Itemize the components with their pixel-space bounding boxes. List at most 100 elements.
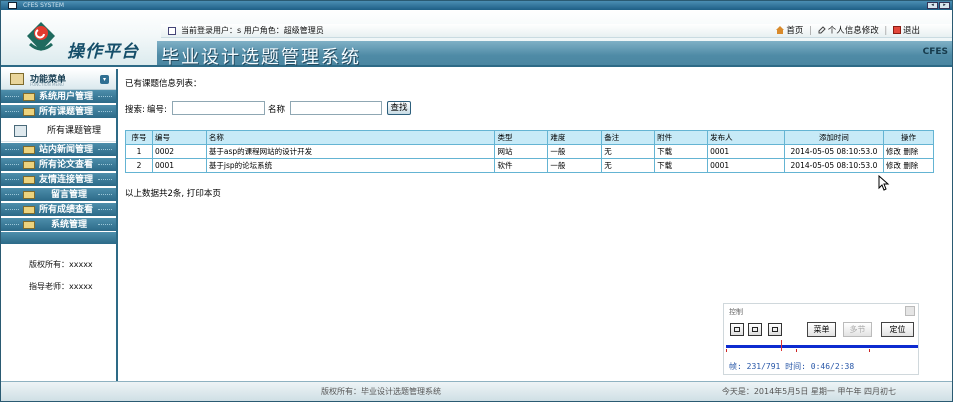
brand-tag: CFES [922,47,948,57]
row-name: 基于asp的课程网站的设计开发 [205,144,496,159]
current-user-info: 当前登录用户：s 用户角色：超级管理员 [181,26,324,35]
row-code: 0002 [151,144,207,159]
window-titlebar: CFES SYSTEM ◂ ▸ [1,1,952,10]
sidebar-item-users[interactable]: 系统用户管理 [1,90,116,104]
folder-icon [23,191,35,199]
column-header: 序号 [125,130,153,145]
footer-date: 今天是：2014年5月5日 星期一 甲午年 四月初七 [721,387,896,396]
row-added-time: 2014-05-05 08:10:53.0 [783,144,884,159]
menu-subtitle: FUNCTION MENU [30,82,64,87]
home-link[interactable]: 首页 [776,24,803,38]
restore-button[interactable]: ▸ [939,2,950,9]
sidebar-item-topics[interactable]: 所有课题管理 [1,105,116,119]
column-header: 备注 [601,130,656,145]
table-header-row: 序号 编号 名称 类型 难度 备注 附件 发布人 添加时间 操作 [125,130,935,145]
folder-icon [23,221,35,229]
row-publisher: 0001 [707,144,785,159]
player-locate-button[interactable]: 定位 [881,322,914,337]
search-label: 搜索: [125,105,145,115]
profile-edit-link[interactable]: 个人信息修改 [818,24,879,38]
prev-frame-icon[interactable] [730,323,744,336]
code-search-input[interactable] [172,101,265,115]
player-timeline[interactable] [726,345,918,348]
menu-header: 功能菜单 FUNCTION MENU ▾ [1,69,116,90]
mouse-cursor-icon [878,175,890,191]
sidebar-advisor: 指导老师：xxxxx [29,282,93,291]
download-link[interactable]: 下载 [657,161,672,170]
logout-link[interactable]: 退出 [892,24,920,38]
row-code: 0001 [151,158,207,173]
folder-icon [23,108,35,116]
stop-icon[interactable] [748,323,762,336]
row-type: 网站 [494,144,549,159]
top-info-bar: 当前登录用户：s 用户角色：超级管理员 首页 | 个人信息修改 | 退出 [161,24,952,38]
player-multi-button[interactable]: 多节 [843,322,872,337]
edit-link[interactable]: 修改 [886,147,901,156]
name-search-input[interactable] [290,101,382,115]
row-added-time: 2014-05-05 08:10:53.0 [783,158,884,173]
menu-icon [10,73,24,85]
row-difficulty: 一般 [547,144,603,159]
delete-link[interactable]: 删除 [903,147,918,156]
folder-icon [23,93,35,101]
sidebar: 功能菜单 FUNCTION MENU ▾ 系统用户管理 所有课题管理 所有课题管… [1,69,118,381]
document-icon [14,125,27,137]
row-note: 无 [601,144,656,159]
player-title: 控制 [729,308,743,316]
sidebar-item-news[interactable]: 站内新闻管理 [1,143,116,157]
collapse-menu-icon[interactable]: ▾ [100,75,109,84]
minimize-button[interactable]: ◂ [927,2,938,9]
column-header: 类型 [494,130,549,145]
logo-text: 操作平台 [67,42,139,62]
row-note: 无 [601,158,656,173]
row-attachment: 下载 [654,158,709,173]
name-label: 名称 [268,105,286,115]
home-icon [776,26,785,34]
footer: 版权所有：毕业设计选题管理系统 今天是：2014年5月5日 星期一 甲午年 四月… [1,381,952,401]
logout-icon [892,26,901,34]
folder-icon [23,206,35,214]
delete-link[interactable]: 删除 [903,161,918,170]
column-header: 名称 [205,130,496,145]
sidebar-item-papers[interactable]: 所有论文查看 [1,158,116,172]
player-close-button[interactable] [905,306,915,316]
topics-table: 序号 编号 名称 类型 难度 备注 附件 发布人 添加时间 操作 1 0002 … [125,130,935,173]
player-menu-button[interactable]: 菜单 [807,322,836,337]
row-index: 1 [125,144,153,159]
app-icon [8,2,17,9]
header: 操作平台 当前登录用户：s 用户角色：超级管理员 首页 | 个人信息修改 | 退… [1,10,952,68]
top-links: 首页 | 个人信息修改 | 退出 [776,24,920,38]
table-row: 1 0002 基于asp的课程网站的设计开发 网站 一般 无 下载 0001 2… [125,144,935,159]
row-index: 2 [125,158,153,173]
sidebar-item-grades[interactable]: 所有成绩查看 [1,203,116,217]
folder-icon [23,176,35,184]
system-title: 毕业设计选题管理系统 [161,47,361,68]
column-header: 操作 [882,130,935,145]
app-window: CFES SYSTEM ◂ ▸ 操作平台 当前登录用户：s 用户角色：超级管理员… [0,0,953,402]
record-summary: 以上数据共2条, 打印本页 [125,189,221,199]
row-publisher: 0001 [707,158,785,173]
logo-icon [27,22,55,51]
column-header: 添加时间 [783,130,884,145]
sidebar-item-messages[interactable]: 留言管理 [1,188,116,202]
column-header: 难度 [547,130,603,145]
search-button[interactable]: 查找 [387,101,411,115]
row-attachment: 下载 [654,144,709,159]
sidebar-item-system[interactable]: 系统管理 [1,218,116,232]
edit-profile-icon [818,26,826,34]
row-type: 软件 [494,158,549,173]
row-name: 基于jsp的论坛系统 [205,158,496,173]
table-row: 2 0001 基于jsp的论坛系统 软件 一般 无 下载 0001 2014-0… [125,158,935,173]
sidebar-item-links[interactable]: 友情连接管理 [1,173,116,187]
row-difficulty: 一般 [547,158,603,173]
column-header: 附件 [654,130,709,145]
next-frame-icon[interactable] [768,323,782,336]
sidebar-subitem-topic-management[interactable]: 所有课题管理 [1,120,116,142]
code-label: 编号: [147,105,167,115]
download-link[interactable]: 下载 [657,147,672,156]
playhead[interactable] [781,340,782,351]
folder-icon [23,161,35,169]
player-control-widget: 控制 菜单 多节 定位 帧: 231/791 时间: 0:46/2:38 [723,303,919,375]
footer-copyright: 版权所有：毕业设计选题管理系统 [321,387,441,396]
edit-link[interactable]: 修改 [886,161,901,170]
